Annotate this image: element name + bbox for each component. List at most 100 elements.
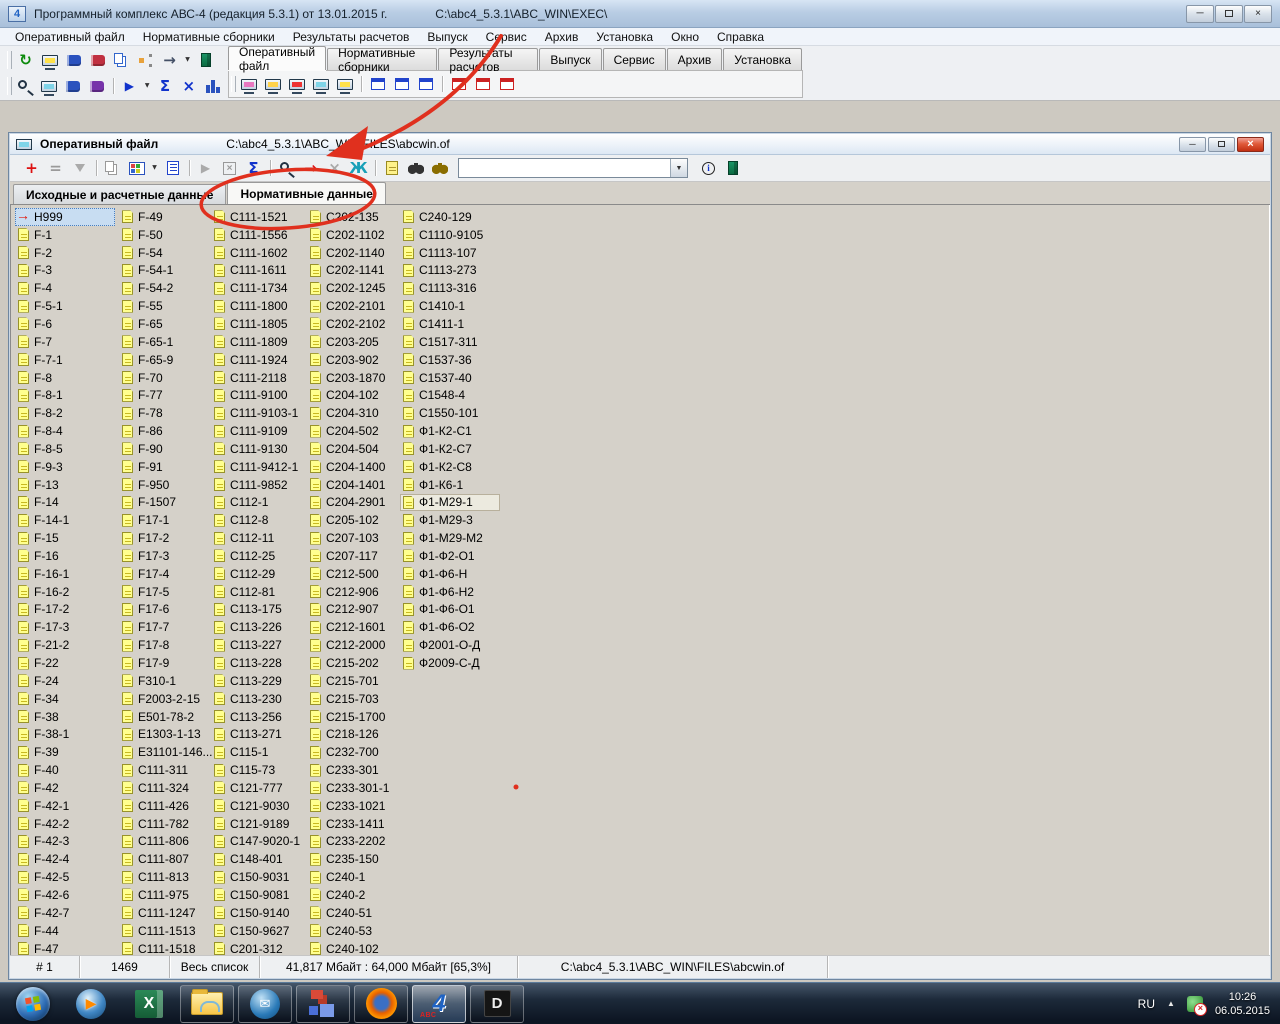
file-item[interactable]: F-42-2 bbox=[15, 815, 119, 833]
file-item[interactable]: C240-1 bbox=[307, 868, 400, 886]
file-item[interactable]: C204-502 bbox=[307, 422, 400, 440]
file-item[interactable]: Ф1-К2-С7 bbox=[400, 440, 510, 458]
language-indicator[interactable]: RU bbox=[1138, 997, 1155, 1011]
file-item[interactable]: C215-1700 bbox=[307, 708, 400, 726]
child-restore-button[interactable] bbox=[1208, 137, 1235, 152]
firefox-icon[interactable] bbox=[354, 985, 408, 1023]
menu-item[interactable]: Установка bbox=[587, 30, 662, 44]
child-minimize-button[interactable]: ─ bbox=[1179, 137, 1206, 152]
file-item[interactable]: F-6 bbox=[15, 315, 119, 333]
file-item[interactable]: C111-1805 bbox=[211, 315, 307, 333]
file-item[interactable]: Ф1-Ф6-Н bbox=[400, 565, 510, 583]
file-item[interactable]: F-50 bbox=[119, 226, 211, 244]
exit-door-icon[interactable] bbox=[721, 158, 744, 179]
building-bars-icon[interactable] bbox=[201, 76, 224, 97]
file-item[interactable]: F17-1 bbox=[119, 511, 211, 529]
file-item[interactable]: C111-1556 bbox=[211, 226, 307, 244]
file-item[interactable]: C111-9852 bbox=[211, 476, 307, 494]
file-item[interactable]: Ф1-Ф2-О1 bbox=[400, 547, 510, 565]
file-item[interactable]: F-65-1 bbox=[119, 333, 211, 351]
file-item[interactable]: C113-271 bbox=[211, 725, 307, 743]
file-item[interactable]: F17-6 bbox=[119, 601, 211, 619]
file-item[interactable]: C148-401 bbox=[211, 850, 307, 868]
file-item[interactable]: F-4 bbox=[15, 279, 119, 297]
file-item[interactable]: C111-9412-1 bbox=[211, 458, 307, 476]
close-button[interactable]: × bbox=[1244, 5, 1272, 23]
file-item[interactable]: F-38-1 bbox=[15, 725, 119, 743]
file-item[interactable]: C202-2102 bbox=[307, 315, 400, 333]
add-item-icon[interactable]: + bbox=[20, 158, 43, 179]
file-item[interactable]: F-40 bbox=[15, 761, 119, 779]
child-close-button[interactable]: × bbox=[1237, 137, 1264, 152]
file-item[interactable]: F-1 bbox=[15, 226, 119, 244]
data-tab[interactable]: Нормативные данные bbox=[227, 182, 385, 204]
file-item[interactable]: H999 bbox=[15, 208, 115, 226]
opfile-new-monitor-icon[interactable] bbox=[237, 74, 260, 95]
details-list-icon[interactable] bbox=[161, 158, 184, 179]
file-item[interactable]: F-14-1 bbox=[15, 511, 119, 529]
file-item[interactable]: C111-807 bbox=[119, 850, 211, 868]
file-item[interactable]: C111-426 bbox=[119, 797, 211, 815]
file-item[interactable]: F-22 bbox=[15, 654, 119, 672]
file-item[interactable]: C212-500 bbox=[307, 565, 400, 583]
file-item[interactable]: E501-78-2 bbox=[119, 708, 211, 726]
file-item[interactable]: F-17-3 bbox=[15, 618, 119, 636]
file-item[interactable]: F-77 bbox=[119, 386, 211, 404]
file-item[interactable]: C1113-107 bbox=[400, 244, 510, 262]
clock[interactable]: 10:26 06.05.2015 bbox=[1215, 990, 1270, 1018]
preview-magnifier-icon[interactable] bbox=[14, 76, 37, 97]
file-item[interactable]: C240-129 bbox=[400, 208, 510, 226]
opfile-repair-monitor-icon[interactable] bbox=[285, 74, 308, 95]
file-item[interactable]: Ф1-К2-С1 bbox=[400, 422, 510, 440]
file-item[interactable]: C113-226 bbox=[211, 618, 307, 636]
module-tab[interactable]: Результаты расчетов bbox=[438, 48, 538, 70]
search-combo-input[interactable] bbox=[459, 159, 670, 177]
notes-doc-icon[interactable] bbox=[380, 158, 403, 179]
menu-item[interactable]: Результаты расчетов bbox=[284, 30, 419, 44]
file-item[interactable]: C1537-36 bbox=[400, 351, 510, 369]
purple-book-icon[interactable] bbox=[85, 76, 108, 97]
file-item[interactable]: F-16-1 bbox=[15, 565, 119, 583]
window-red-list-icon[interactable] bbox=[447, 74, 470, 95]
file-item[interactable]: F-42-6 bbox=[15, 886, 119, 904]
file-item[interactable]: F-16-2 bbox=[15, 583, 119, 601]
file-item[interactable]: F310-1 bbox=[119, 672, 211, 690]
opfile-view-monitor-icon[interactable] bbox=[309, 74, 332, 95]
file-item[interactable]: C202-2101 bbox=[307, 297, 400, 315]
file-item[interactable]: F-13 bbox=[15, 476, 119, 494]
window-blue-edit-icon[interactable] bbox=[390, 74, 413, 95]
file-item[interactable]: C233-301 bbox=[307, 761, 400, 779]
file-item[interactable]: C212-1601 bbox=[307, 618, 400, 636]
file-item[interactable]: C111-1924 bbox=[211, 351, 307, 369]
file-item[interactable]: F-2 bbox=[15, 244, 119, 262]
file-item[interactable]: C113-227 bbox=[211, 636, 307, 654]
child-titlebar[interactable]: Оперативный файл C:\abc4_5.3.1\ABC_WIN\F… bbox=[10, 134, 1270, 155]
export-arrow-icon[interactable]: → bbox=[299, 158, 322, 179]
file-item[interactable]: C1550-101 bbox=[400, 404, 510, 422]
file-item[interactable]: Ф2001-О-Д bbox=[400, 636, 510, 654]
file-item[interactable]: Ф1-Ф6-Н2 bbox=[400, 583, 510, 601]
file-item[interactable]: C150-9031 bbox=[211, 868, 307, 886]
file-item[interactable]: C111-1513 bbox=[119, 922, 211, 940]
file-item[interactable]: C150-9081 bbox=[211, 886, 307, 904]
file-item[interactable]: F-78 bbox=[119, 404, 211, 422]
file-item[interactable]: C111-9130 bbox=[211, 440, 307, 458]
file-item[interactable]: C111-1800 bbox=[211, 297, 307, 315]
antivirus-tray-icon[interactable] bbox=[1187, 996, 1203, 1012]
file-item[interactable]: F-8-5 bbox=[15, 440, 119, 458]
maximize-button[interactable] bbox=[1215, 5, 1243, 23]
normative-catalog-book-icon[interactable] bbox=[62, 50, 85, 71]
info-balloon-icon[interactable] bbox=[697, 158, 720, 179]
file-item[interactable]: C202-1141 bbox=[307, 262, 400, 280]
file-item[interactable]: C150-9627 bbox=[211, 922, 307, 940]
main-titlebar[interactable]: 4 Программный комплекс АВС-4 (редакция 5… bbox=[0, 0, 1280, 28]
file-item[interactable]: C111-1734 bbox=[211, 279, 307, 297]
file-item[interactable]: C113-228 bbox=[211, 654, 307, 672]
file-item[interactable]: C121-9030 bbox=[211, 797, 307, 815]
module-tab[interactable]: Выпуск bbox=[539, 48, 601, 70]
file-item[interactable]: C112-25 bbox=[211, 547, 307, 565]
menu-item[interactable]: Выпуск bbox=[418, 30, 476, 44]
window-blue-select-icon[interactable] bbox=[414, 74, 437, 95]
file-item[interactable]: C1110-9105 bbox=[400, 226, 510, 244]
file-item[interactable]: C111-2118 bbox=[211, 369, 307, 387]
